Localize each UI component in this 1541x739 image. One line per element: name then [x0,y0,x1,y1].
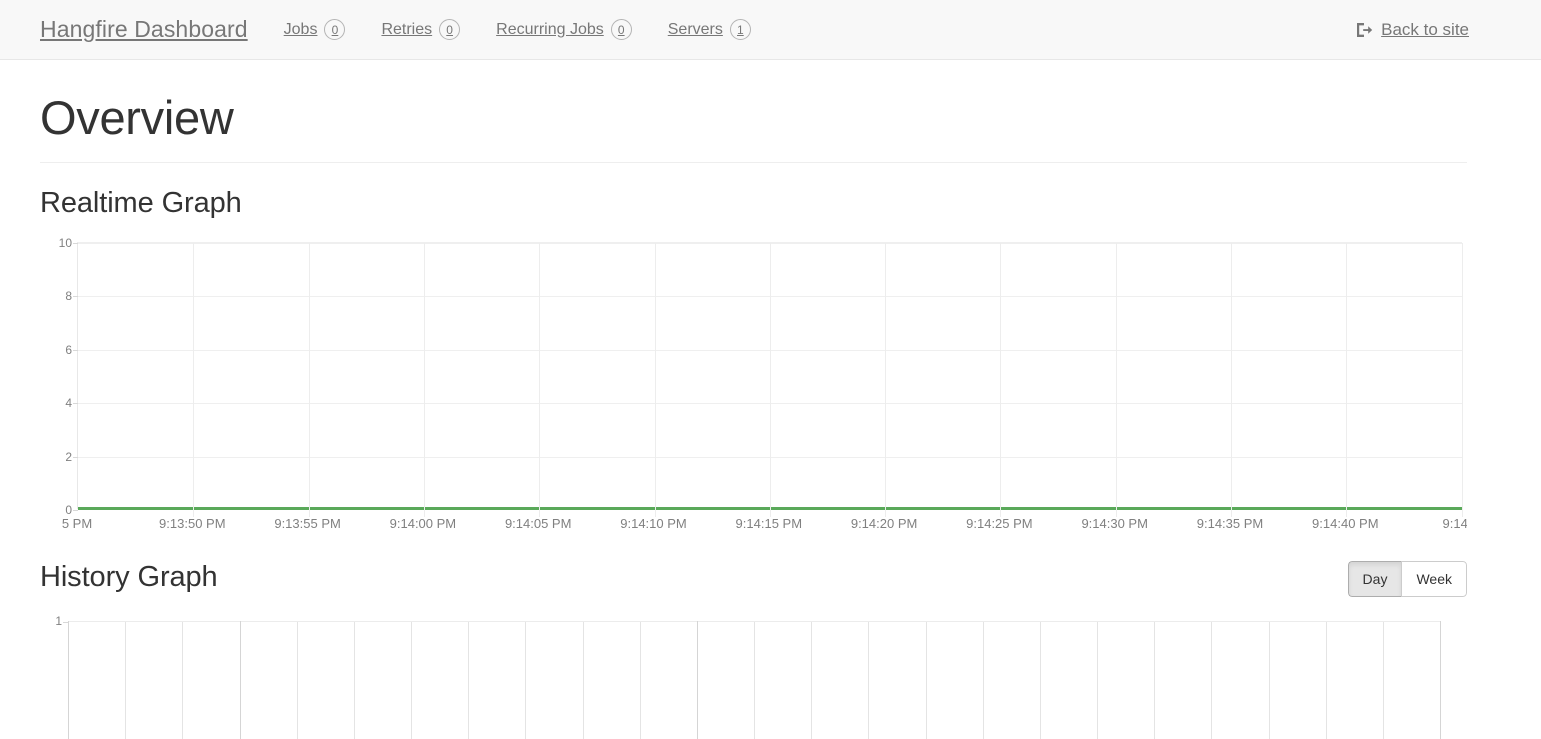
history-gridline-vertical [754,622,755,739]
realtime-x-tick-label: 5 PM [61,516,93,531]
history-gridline-vertical [297,622,298,739]
nav-badge-recurring-jobs: 0 [610,19,632,40]
history-plot-area: 1 [55,614,1441,739]
nav-badge-servers: 1 [729,19,751,40]
realtime-x-tick-label: 9:14:15 PM [735,516,803,531]
nav-item-jobs[interactable]: Jobs 0 [284,19,346,40]
history-graph-title: History Graph [40,561,218,593]
nav-item-recurring-jobs[interactable]: Recurring Jobs 0 [496,19,632,40]
realtime-x-tick-label: 9:14:25 PM [966,516,1033,531]
realtime-y-tick-label: 2 [65,449,72,464]
history-range-day-button[interactable]: Day [1347,561,1402,597]
top-navbar: Hangfire Dashboard Jobs 0 Retries 0 Recu… [0,0,1541,60]
realtime-y-tick-label: 4 [65,396,72,411]
history-gridline-vertical [811,622,812,739]
realtime-x-tick-label: 9:14:4 [1442,516,1467,531]
realtime-y-tick-dash [73,349,78,351]
history-range-button-group: Day Week [1347,561,1467,597]
realtime-x-tick-label: 9:14:00 PM [389,516,457,531]
realtime-y-tick-dash [73,403,78,405]
history-graph-section: History Graph Day Week 1 [40,561,1501,739]
realtime-gridline-vertical [1231,243,1232,517]
realtime-y-tick-label: 6 [65,342,72,357]
history-gridline-vertical [1154,622,1155,739]
history-gridline-major [240,621,241,739]
history-gridline-vertical [525,622,526,739]
history-gridline-vertical [182,622,183,739]
history-gridline-vertical [1440,621,1441,739]
brand-link[interactable]: Hangfire Dashboard [40,18,248,41]
realtime-graph-chart[interactable]: 0 2 4 6 8 10 5 PM 9:13:50 PM 9:13:55 PM 9:14:00 … [40,234,1467,539]
history-gridline-vertical [1211,622,1212,739]
realtime-gridline-vertical [539,243,541,517]
nav-items: Jobs 0 Retries 0 Recurring Jobs 0 Server… [284,19,751,40]
back-to-site-label: Back to site [1381,19,1469,39]
realtime-gridline-vertical [1000,243,1002,517]
realtime-x-tick-label: 9:14:30 PM [1081,516,1148,531]
history-gridline-vertical [125,622,126,739]
history-gridline-vertical [926,622,927,739]
page-content: Overview Realtime Graph 0 2 4 6 8 10 5 PM 9:13… [0,60,1541,739]
history-gridline-vertical [411,622,412,739]
realtime-plot-area: 0 2 4 6 8 10 [59,236,1463,517]
sign-out-icon [1355,21,1373,39]
realtime-y-tick-label: 10 [58,236,72,250]
history-gridline-vertical [1269,622,1270,739]
nav-item-label: Retries [381,20,433,38]
realtime-x-tick-label: 9:14:05 PM [504,516,572,531]
history-gridline-vertical [1326,622,1327,739]
realtime-y-tick-dash [73,296,78,298]
realtime-x-axis-labels: 5 PM 9:13:50 PM 9:13:55 PM 9:14:00 PM 9:14:0… [40,509,1467,539]
realtime-gridline-vertical [308,243,310,517]
nav-item-servers[interactable]: Servers 1 [668,19,751,40]
realtime-gridline-vertical [423,243,425,517]
history-gridline-vertical [468,622,469,739]
realtime-gridline-vertical [1346,243,1348,517]
nav-item-label: Servers [667,20,723,38]
history-gridline-vertical [640,622,641,739]
history-gridline-vertical [68,621,69,739]
realtime-y-tick-dash [73,456,78,458]
page-title: Overview [40,91,234,144]
realtime-graph-title: Realtime Graph [40,187,242,219]
nav-badge-jobs: 0 [324,19,346,40]
realtime-y-tick-dash [73,243,78,244]
realtime-graph-section: Realtime Graph 0 2 4 6 8 10 5 PM 9:13:50 PM 9:1… [40,189,1501,539]
history-gridline-vertical [983,622,984,739]
history-range-week-button[interactable]: Week [1401,561,1467,597]
realtime-gridline-vertical [769,243,771,517]
nav-item-retries[interactable]: Retries 0 [381,19,461,40]
history-gridline-vertical [1383,622,1384,739]
realtime-gridline-vertical [1115,243,1117,517]
history-gridline-vertical [1040,622,1041,739]
history-gridline-vertical [868,622,869,739]
realtime-gridline-vertical [1461,243,1463,517]
realtime-x-tick-label: 9:14:35 PM [1196,516,1264,531]
realtime-x-tick-label: 9:14:40 PM [1312,516,1379,531]
history-gridline-major [697,621,698,739]
nav-item-label: Jobs [283,20,318,38]
realtime-gridline-vertical [654,243,656,517]
history-y-tick-label: 1 [55,614,62,628]
nav-badge-retries: 0 [439,19,461,40]
realtime-gridline-vertical [193,243,195,517]
history-gridline-vertical [354,622,355,739]
realtime-y-tick-label: 8 [65,289,72,304]
realtime-x-tick-label: 9:13:55 PM [274,516,341,531]
realtime-x-tick-label: 9:14:20 PM [850,516,918,531]
history-graph-chart[interactable]: 1 [40,611,1467,739]
history-gridline-vertical [583,622,584,739]
history-graph-header: History Graph Day Week [40,561,1467,605]
realtime-x-tick-label: 9:14:10 PM [620,516,687,531]
realtime-gridline-vertical [885,243,887,517]
nav-item-label: Recurring Jobs [496,20,604,38]
realtime-x-tick-label: 9:13:50 PM [159,516,226,531]
history-gridline-vertical [1097,622,1098,739]
back-to-site-link[interactable]: Back to site [1355,20,1521,40]
title-divider [40,162,1467,163]
